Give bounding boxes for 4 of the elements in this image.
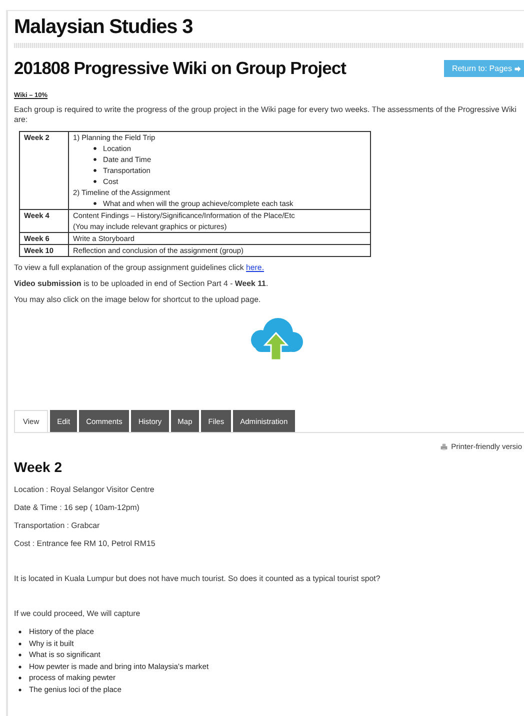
printer-icon xyxy=(440,442,448,450)
course-title: Malaysian Studies 3 xyxy=(14,15,194,39)
page-title: 201808 Progressive Wiki on Group Project xyxy=(14,58,346,79)
content-heading: Week 2 xyxy=(14,459,63,475)
